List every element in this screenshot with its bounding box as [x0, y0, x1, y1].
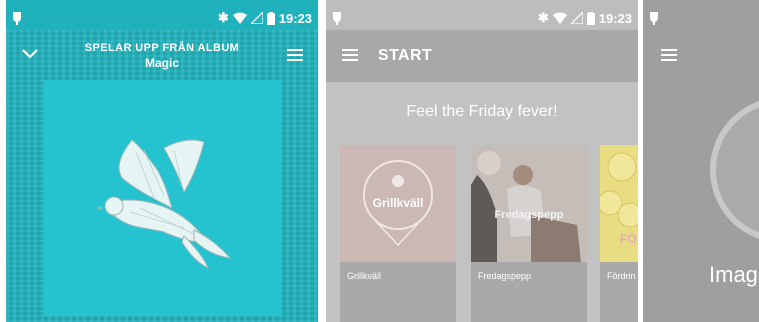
page-title: START — [378, 47, 433, 64]
wifi-icon — [552, 12, 567, 24]
playlist-card[interactable]: Fredagspepp Fredagspepp — [471, 145, 587, 322]
signal-icon — [570, 12, 583, 24]
status-time: 19:23 — [278, 10, 312, 26]
status-bar: ✱ 19:23 — [6, 8, 318, 30]
notification-icon — [333, 12, 341, 25]
notification-icon — [13, 12, 21, 25]
playlist-card[interactable]: FÖ Fördrin — [600, 145, 638, 322]
card-label: Fördrin — [607, 271, 636, 281]
battery-icon — [266, 11, 275, 25]
dove-illustration-icon — [96, 139, 232, 270]
signal-icon — [250, 12, 263, 24]
bluetooth-icon: ✱ — [537, 10, 549, 25]
status-bar: ✱ 19:23 — [326, 8, 638, 30]
now-playing-screen: ✱ 19:23 SPELAR UPP FRÅN ALBUM Magic — [6, 0, 318, 322]
section-headline: Feel the Friday fever! — [406, 103, 558, 120]
app-bar — [326, 30, 638, 82]
status-time: 19:23 — [598, 10, 632, 26]
queue-menu-icon[interactable] — [287, 49, 303, 61]
album-cover — [44, 80, 282, 316]
playlist-cover: Fredagspepp — [471, 145, 587, 262]
album-name: Magic — [144, 56, 179, 70]
card-label: Fredagspepp — [478, 271, 532, 281]
playlist-cover: Grillkväll — [340, 145, 456, 262]
playing-from-label: SPELAR UPP FRÅN ALBUM — [84, 42, 240, 54]
wifi-icon — [232, 12, 247, 24]
playlist-cover: FÖ — [600, 145, 638, 262]
battery-icon — [586, 11, 595, 25]
bluetooth-icon: ✱ — [217, 10, 229, 25]
playlist-card[interactable]: Grillkväll Grillkväll — [340, 145, 456, 322]
card-art-text: Fredagspepp — [494, 209, 564, 221]
browse-screen: ✱ 19:23 START Feel the Friday fever! Gri… — [326, 0, 638, 322]
partial-screen: Imag — [643, 0, 759, 322]
card-art-text: Grillkväll — [372, 196, 424, 210]
card-art-text: FÖ — [620, 232, 637, 246]
player-header: SPELAR UPP FRÅN ALBUM Magic — [6, 42, 318, 70]
menu-icon[interactable] — [342, 49, 358, 61]
partial-title: Imag — [709, 262, 758, 287]
card-label: Grillkväll — [347, 271, 382, 281]
